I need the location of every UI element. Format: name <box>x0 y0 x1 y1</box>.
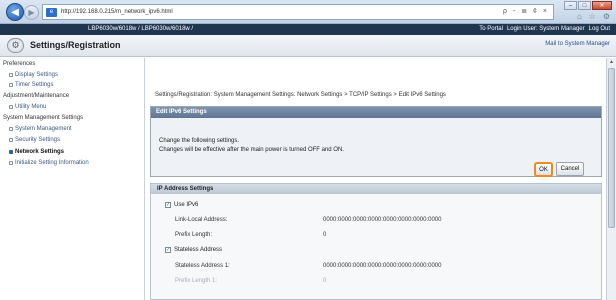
sidebar-item-utility-menu[interactable]: Utility Menu <box>9 104 46 110</box>
section-title: IP Address Settings <box>151 184 601 194</box>
top-links: To Portal Login User: System Manager Log… <box>479 24 610 35</box>
maximize-button[interactable]: □ <box>578 1 591 10</box>
bullet-icon <box>9 150 13 154</box>
power-note-text: Changes will be effective after the main… <box>159 147 344 153</box>
arrow-right-icon: ▶ <box>28 8 35 17</box>
sidebar-item-network-settings[interactable]: Network Settings <box>9 149 64 155</box>
scroll-thumb[interactable] <box>608 68 615 228</box>
panel-title: Edit IPv6 Settings <box>151 107 601 118</box>
sidebar-item-label: Network Settings <box>15 149 65 155</box>
sidebar-item-initialize[interactable]: Initialize Setting Information <box>9 160 89 166</box>
page-header: ⚙ Settings/Registration Mail to System M… <box>0 35 616 57</box>
instruction-text: Change the following settings. <box>159 138 240 144</box>
prefix-length-1-label: Prefix Length 1: <box>175 278 218 284</box>
address-tools[interactable]: ρ - ≣ ¢ × <box>503 7 549 15</box>
prefix-length-label: Prefix Length: <box>175 232 213 238</box>
sidebar-item-label: Security Settings <box>15 137 61 143</box>
log-out-link[interactable]: Log Out <box>589 24 610 35</box>
favicon-icon: e <box>46 7 57 17</box>
sidebar-item-timer-settings[interactable]: Timer Settings <box>9 82 53 88</box>
checkbox-label: Stateless Address <box>174 247 223 253</box>
minimize-button[interactable]: – <box>564 1 577 10</box>
url-text[interactable]: http://192.168.0.215/m_network_ipv6.html <box>61 9 553 15</box>
ok-button[interactable]: OK <box>534 162 553 177</box>
sidebar-item-display-settings[interactable]: Display Settings <box>9 72 58 78</box>
stateless-address-1-value: 0000:0000:0000:0000:0000:0000:0000:0000 <box>323 263 442 269</box>
browser-chrome: ◀ ▶ e http://192.168.0.215/m_network_ipv… <box>0 0 616 24</box>
star-icon[interactable]: ☆ <box>589 12 596 21</box>
ip-address-settings-panel: IP Address Settings ✓ Use IPv6 Link-Loca… <box>150 183 602 300</box>
sidebar-item-label: Utility Menu <box>15 104 47 110</box>
sidebar-item-label: Timer Settings <box>15 82 54 88</box>
forward-button[interactable]: ▶ <box>24 5 39 20</box>
stateless-row: ✓ Stateless Address <box>165 247 222 253</box>
browser-toolbar: ⌂ ☆ ⚙ <box>577 12 610 21</box>
page-title: Settings/Registration <box>30 40 121 50</box>
sidebar-item-security-settings[interactable]: Security Settings <box>9 137 60 143</box>
sidebar-item-label: Initialize Setting Information <box>15 160 89 166</box>
sidebar-item-label: Display Settings <box>15 72 59 78</box>
sidebar-item-system-management[interactable]: System Management <box>9 126 72 132</box>
stateless-checkbox[interactable]: ✓ <box>165 247 171 253</box>
scroll-up-icon[interactable]: ▲ <box>608 59 615 66</box>
address-bar[interactable]: e http://192.168.0.215/m_network_ipv6.ht… <box>42 4 554 20</box>
checkbox-label: Use IPv6 <box>174 202 199 208</box>
bullet-icon <box>9 127 13 131</box>
link-local-value: 0000:0000:0000:0000:0000:0000:0000:0000 <box>323 217 442 223</box>
cancel-button[interactable]: Cancel <box>556 162 584 176</box>
gear-icon[interactable]: ⚙ <box>603 12 610 21</box>
sidebar-section-system: System Management Settings <box>3 115 84 121</box>
device-name: LBP6030w/6018w / LBP6030w/6018w / <box>88 26 194 32</box>
home-icon[interactable]: ⌂ <box>577 12 582 21</box>
to-portal-link[interactable]: To Portal <box>479 24 503 35</box>
vertical-scrollbar[interactable]: ▲ <box>606 58 616 300</box>
close-button[interactable]: ✕ <box>592 1 612 10</box>
use-ipv6-row: ✓ Use IPv6 <box>165 202 198 208</box>
bullet-icon <box>9 161 13 165</box>
mail-admin-link[interactable]: Mail to System Manager <box>545 41 610 47</box>
breadcrumb: Settings/Registration: System Management… <box>155 92 446 98</box>
prefix-length-1-value: 0 <box>323 278 327 284</box>
arrow-left-icon: ◀ <box>11 6 19 18</box>
device-titlebar: LBP6030w/6018w / LBP6030w/6018w / To Por… <box>0 24 616 35</box>
window-controls: – □ ✕ <box>564 1 612 10</box>
sidebar-section-adjustment: Adjustment/Maintenance <box>3 93 70 99</box>
settings-icon: ⚙ <box>7 38 24 53</box>
prefix-length-value: 0 <box>323 232 327 238</box>
sidebar-item-label: System Management <box>15 126 72 132</box>
use-ipv6-checkbox[interactable]: ✓ <box>165 202 171 208</box>
bullet-icon <box>9 83 13 87</box>
back-button[interactable]: ◀ <box>6 3 24 21</box>
bullet-icon <box>9 105 13 109</box>
main-content: Settings/Registration: System Management… <box>146 58 606 300</box>
bullet-icon <box>9 138 13 142</box>
sidebar-section-preferences: Preferences <box>3 61 36 67</box>
sidebar: Preferences Display Settings Timer Setti… <box>0 58 145 300</box>
link-local-label: Link-Local Address: <box>175 217 228 223</box>
login-user-label: Login User: System Manager <box>506 26 585 32</box>
bullet-icon <box>9 73 13 77</box>
stateless-address-1-label: Stateless Address 1: <box>175 263 230 269</box>
